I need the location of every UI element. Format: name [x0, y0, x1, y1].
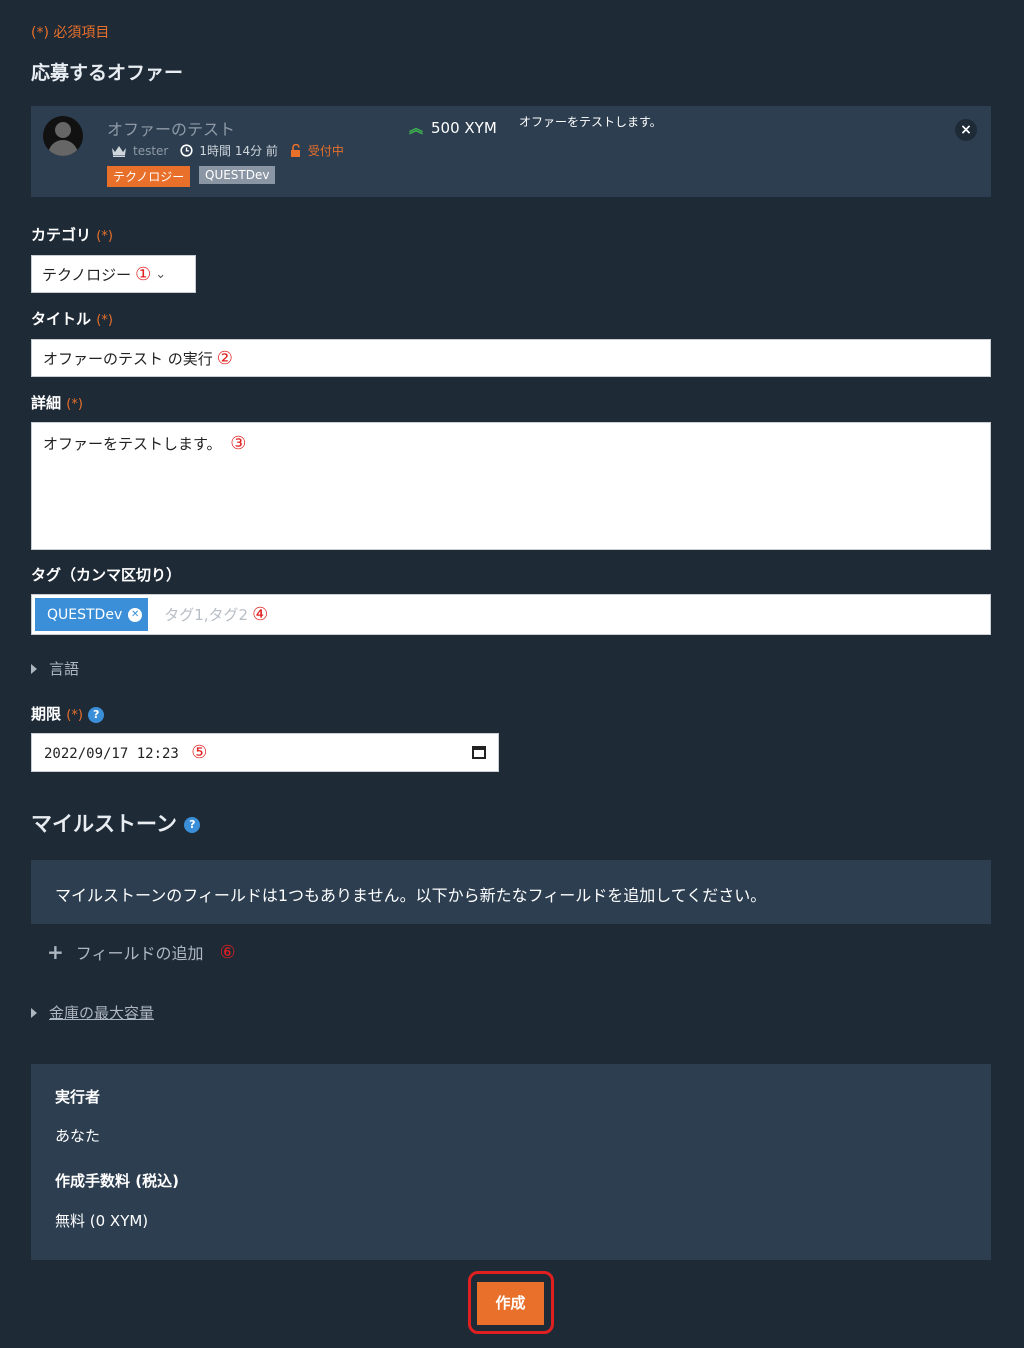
category-select[interactable]: テクノロジー ① ⌄ — [31, 255, 196, 293]
annotation-3: ③ — [230, 433, 247, 454]
fee-value: 無料 (0 XYM) — [55, 1212, 149, 1230]
tags-placeholder: タグ1,タグ2 — [164, 606, 249, 624]
plus-icon: + — [47, 940, 64, 964]
category-label: カテゴリ (*) — [31, 226, 113, 244]
detail-textarea[interactable]: オファーをテストします。 ③ — [31, 422, 991, 550]
offer-title[interactable]: オファーのテスト — [107, 116, 235, 140]
offer-section-heading: 応募するオファー — [31, 62, 184, 84]
fee-label: 作成手数料 (税込) — [55, 1172, 179, 1190]
category-tag[interactable]: テクノロジー — [107, 166, 191, 187]
close-icon[interactable]: × — [955, 119, 977, 141]
help-icon[interactable]: ? — [88, 706, 105, 723]
summary-panel: 実行者 あなた 作成手数料 (税込) 無料 (0 XYM) — [31, 1064, 991, 1260]
offer-meta: tester 1時間 14分 前 受付中 — [111, 142, 344, 159]
required-note: (*) 必須項目 — [31, 25, 110, 41]
annotation-6: ⑥ — [219, 941, 236, 963]
annotation-5: ⑤ — [191, 742, 208, 763]
remove-tag-icon[interactable]: ✕ — [128, 607, 143, 622]
clock-icon — [180, 144, 193, 157]
title-label: タイトル (*) — [31, 310, 113, 328]
double-chevron-up-icon: ︽ — [409, 121, 423, 137]
title-input[interactable]: オファーのテスト の実行 ② — [31, 339, 991, 377]
detail-label: 詳細 (*) — [31, 394, 83, 412]
milestone-empty-message: マイルストーンのフィールドは1つもありません。以下から新たなフィールドを追加して… — [55, 886, 767, 905]
avatar — [43, 116, 83, 156]
unlock-icon — [290, 144, 300, 157]
offer-card: オファーのテスト tester 1時間 14分 前 受付中 テクノロジー QUE… — [31, 106, 991, 197]
tag-chip[interactable]: QUESTDev ✕ — [35, 598, 149, 631]
offer-status: 受付中 — [307, 144, 344, 158]
help-icon[interactable]: ? — [184, 817, 201, 833]
offer-tag[interactable]: QUESTDev — [199, 166, 276, 184]
tags-input[interactable]: QUESTDev ✕ タグ1,タグ2 ④ — [31, 594, 991, 635]
offer-user: tester — [133, 143, 169, 158]
milestone-empty-box: マイルストーンのフィールドは1つもありません。以下から新たなフィールドを追加して… — [31, 860, 991, 924]
reward-amount: 500 XYM — [431, 119, 497, 137]
crown-icon — [112, 145, 126, 157]
calendar-icon[interactable] — [472, 746, 486, 759]
deadline-label: 期限 (*) ? — [31, 703, 105, 724]
deadline-input[interactable]: 2022/09/17 12:23 ⑤ — [31, 733, 499, 772]
offer-description: オファーをテストします。 — [519, 115, 662, 129]
caret-right-icon — [31, 1007, 37, 1018]
chevron-down-icon: ⌄ — [155, 266, 167, 282]
annotation-1: ① — [135, 263, 152, 285]
executor-label: 実行者 — [55, 1088, 101, 1106]
add-field-button[interactable]: + フィールドの追加 ⑥ — [47, 940, 236, 964]
tags-label: タグ（カンマ区切り） — [31, 566, 182, 584]
caret-right-icon — [31, 663, 37, 674]
vault-capacity-toggle[interactable]: 金庫の最大容量 — [31, 1002, 154, 1023]
offer-reward: ︽ 500 XYM — [409, 118, 497, 138]
annotation-4: ④ — [252, 604, 269, 625]
annotation-2: ② — [216, 347, 233, 369]
create-button[interactable]: 作成 — [477, 1282, 544, 1325]
executor-value: あなた — [55, 1127, 101, 1145]
offer-time: 1時間 14分 前 — [199, 144, 278, 158]
language-toggle[interactable]: 言語 — [31, 658, 79, 679]
milestone-heading: マイルストーン ? — [31, 808, 201, 838]
